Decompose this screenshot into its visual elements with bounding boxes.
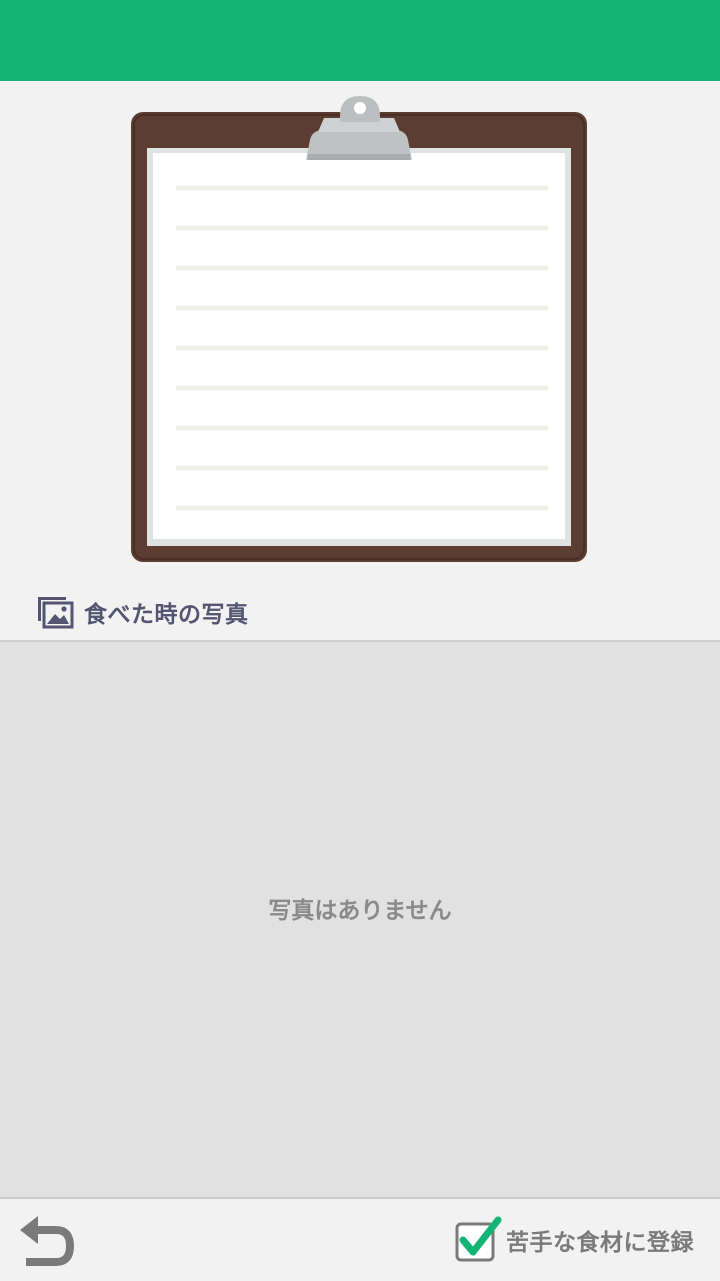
section-title: 食べた時の写真 — [84, 602, 249, 628]
image-icon — [36, 595, 74, 629]
dislike-food-label: 苦手な食材に登録 — [506, 1230, 694, 1256]
empty-photo-message: 写真はありません — [268, 898, 452, 924]
back-button[interactable] — [14, 1210, 80, 1270]
back-arrow-icon — [14, 1210, 80, 1270]
check-icon — [454, 1216, 502, 1264]
clipboard-illustration — [128, 92, 590, 564]
app-bar — [0, 0, 720, 81]
dislike-food-checkbox[interactable]: 苦手な食材に登録 — [454, 1216, 694, 1264]
photo-section-header: 食べた時の写真 — [36, 594, 249, 630]
